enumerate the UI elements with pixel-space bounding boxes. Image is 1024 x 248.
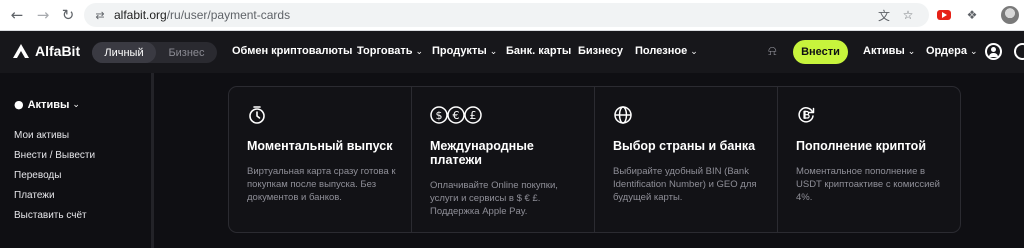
language-globe-icon[interactable] xyxy=(1014,43,1024,60)
chevron-down-icon: ⌄ xyxy=(489,47,498,57)
menu-bank-cards[interactable]: Банк. карты xyxy=(506,45,571,57)
extensions-puzzle-icon[interactable]: ❖ xyxy=(962,5,982,25)
currencies-icon: $ € £ xyxy=(430,106,482,124)
feature-card-instant-issue: Моментальный выпуск Виртуальная карта ср… xyxy=(229,87,412,232)
account-type-toggle[interactable]: Личный Бизнес xyxy=(92,42,217,63)
card-features-panel: Моментальный выпуск Виртуальная карта ср… xyxy=(228,86,961,233)
feature-card-country-bank: Выбор страны и банка Выбирайте удобный B… xyxy=(595,87,778,232)
feature-description: Моментальное пополнение в USDT криптоакт… xyxy=(796,166,940,203)
menu-assets[interactable]: Активы ⌄ xyxy=(863,45,915,57)
menu-exchange[interactable]: Обмен криптовалюты ⌄ xyxy=(232,45,363,57)
chevron-down-icon: ⌄ xyxy=(690,47,698,57)
alfabit-logo[interactable]: AlfaBit xyxy=(12,43,80,59)
menu-business[interactable]: Бизнесу xyxy=(578,45,623,57)
profile-avatar-icon[interactable] xyxy=(1000,5,1020,25)
support-headphones-icon[interactable]: ⍾ xyxy=(768,44,784,60)
sidebar-item-payments[interactable]: Платежи xyxy=(14,190,55,201)
translate-icon[interactable]: 文 xyxy=(876,7,892,23)
globe-icon xyxy=(614,106,632,124)
feature-description: Виртуальная карта сразу готова к покупка… xyxy=(247,166,396,203)
sidebar-item-my-assets[interactable]: Мои активы xyxy=(14,130,69,141)
bookmark-star-icon[interactable]: ☆ xyxy=(900,7,916,23)
browser-toolbar: ← → ↻ ⇄ alfabit.org/ru/user/payment-card… xyxy=(0,0,1024,31)
chevron-down-icon: ⌄ xyxy=(907,47,916,57)
feature-title: Моментальный выпуск xyxy=(247,139,393,153)
alfabit-logo-icon xyxy=(13,44,29,58)
feature-title: Международные платежи xyxy=(430,139,534,167)
reload-icon[interactable]: ↻ xyxy=(57,4,79,26)
menu-products[interactable]: Продукты ⌄ xyxy=(432,45,497,57)
feature-title: Выбор страны и банка xyxy=(613,139,756,153)
deposit-button[interactable]: Внести xyxy=(793,40,848,64)
back-icon[interactable]: ← xyxy=(6,4,28,26)
menu-orders[interactable]: Ордера ⌄ xyxy=(926,45,978,57)
user-account-icon[interactable] xyxy=(985,43,1002,60)
timer-card-icon xyxy=(249,106,265,124)
url-text[interactable]: alfabit.org/ru/user/payment-cards xyxy=(114,8,290,22)
toggle-personal[interactable]: Личный xyxy=(92,42,156,63)
menu-trade[interactable]: Торговать ⌄ xyxy=(357,45,423,57)
wallet-icon: ● xyxy=(14,98,24,111)
feature-card-crypto-topup: Пополнение криптой Моментальное пополнен… xyxy=(778,87,960,232)
youtube-extension-icon[interactable] xyxy=(934,5,954,25)
chevron-down-icon: ⌄ xyxy=(415,47,424,57)
sidebar-heading-assets[interactable]: ● Активы ⌄ xyxy=(14,98,80,111)
feature-card-international: $ € £ Международные платежи Оплачивайте … xyxy=(412,87,595,232)
sidebar-item-invoice[interactable]: Выставить счёт xyxy=(14,210,87,221)
address-bar[interactable]: ⇄ alfabit.org/ru/user/payment-cards 文 ☆ xyxy=(84,3,929,27)
toggle-business[interactable]: Бизнес xyxy=(156,42,217,63)
site-header: AlfaBit Личный Бизнес Обмен криптовалюты… xyxy=(0,31,1024,73)
logo-text: AlfaBit xyxy=(35,43,81,59)
sidebar-divider xyxy=(151,73,154,248)
feature-title: Пополнение криптой xyxy=(796,139,926,153)
crypto-topup-icon xyxy=(798,107,815,123)
euro-symbol: € xyxy=(453,109,460,122)
chevron-down-icon: ⌄ xyxy=(72,99,80,110)
sidebar: ● Активы ⌄ Мои активы Внести / Вывести П… xyxy=(0,73,152,248)
menu-useful[interactable]: Полезное ⌄ xyxy=(635,45,698,57)
pound-symbol: £ xyxy=(470,109,477,122)
dollar-symbol: $ xyxy=(436,109,443,122)
sidebar-item-deposit-withdraw[interactable]: Внести / Вывести xyxy=(14,150,95,161)
site-info-icon[interactable]: ⇄ xyxy=(92,7,108,23)
feature-description: Оплачивайте Online покупки, услуги и сер… xyxy=(430,180,558,217)
forward-icon[interactable]: → xyxy=(32,4,54,26)
chevron-down-icon: ⌄ xyxy=(969,47,978,57)
feature-description: Выбирайте удобный BIN (Bank Identificati… xyxy=(613,166,757,203)
sidebar-item-transfers[interactable]: Переводы xyxy=(14,170,61,181)
